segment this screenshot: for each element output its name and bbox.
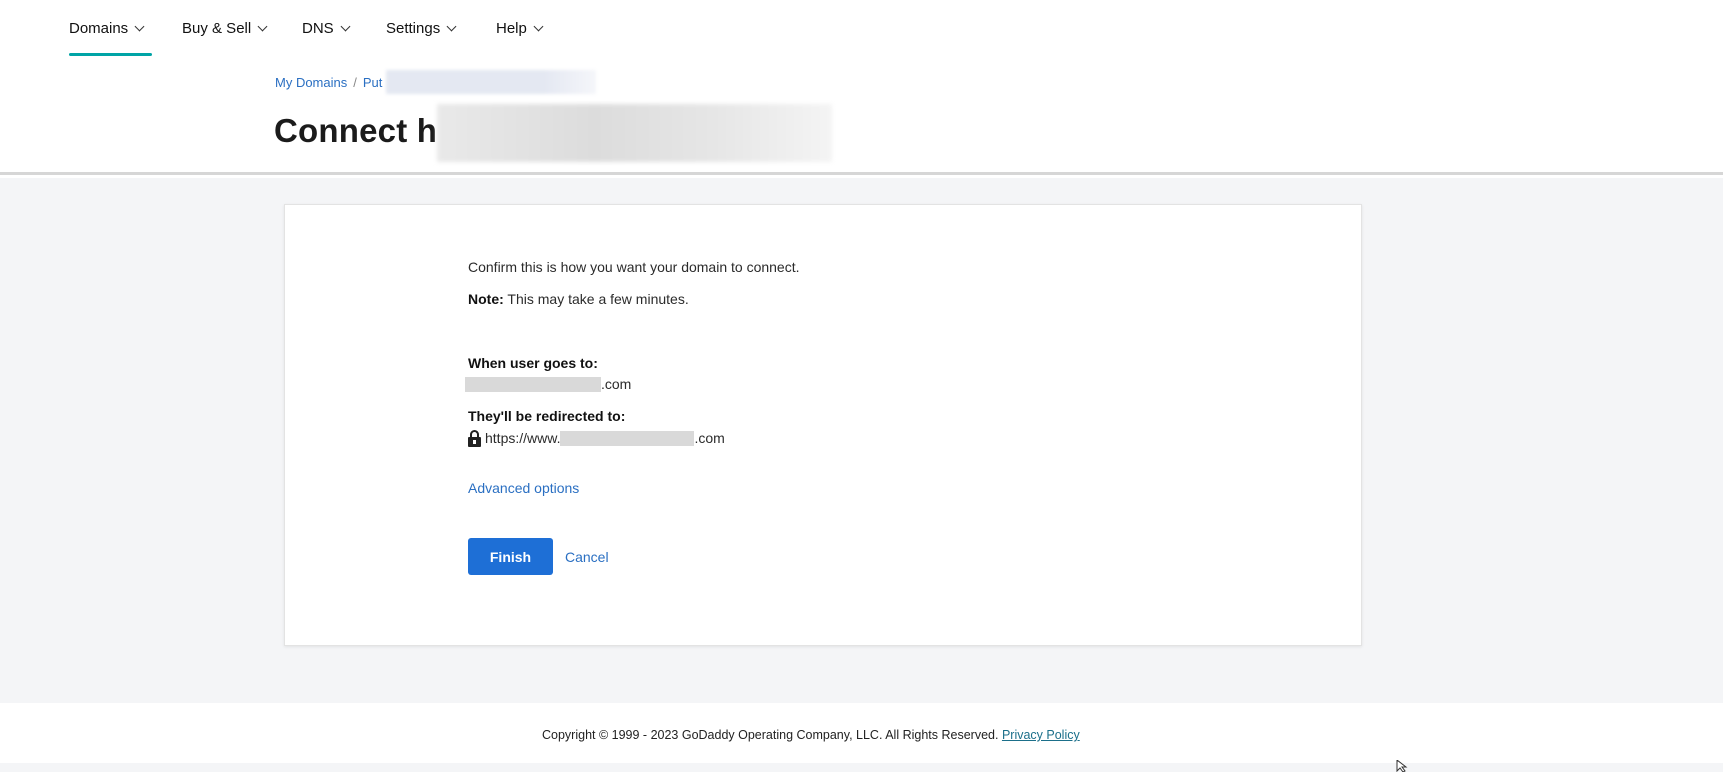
active-tab-indicator	[69, 53, 152, 56]
nav-settings-label: Settings	[386, 19, 441, 37]
redacted-region	[437, 104, 833, 162]
footer: Copyright © 1999 - 2023 GoDaddy Operatin…	[0, 703, 1723, 763]
source-label: When user goes to:	[468, 355, 598, 371]
breadcrumb-separator: /	[353, 74, 357, 90]
note-body: This may take a few minutes.	[503, 291, 689, 307]
connect-confirmation-card: Confirm this is how you want your domain…	[284, 204, 1362, 646]
chevron-down-icon	[257, 21, 268, 31]
finish-button[interactable]: Finish	[468, 538, 553, 575]
page-header: My Domains / Put Connect h	[0, 58, 1723, 175]
note-label: Note:	[468, 291, 504, 307]
footer-text: Copyright © 1999 - 2023 GoDaddy Operatin…	[542, 728, 1080, 742]
page-title: Connect h	[274, 100, 833, 162]
privacy-policy-link[interactable]: Privacy Policy	[1002, 728, 1080, 742]
copyright-text: Copyright © 1999 - 2023 GoDaddy Operatin…	[542, 728, 999, 742]
redacted-region	[465, 376, 601, 392]
nav-buy-sell[interactable]: Buy & Sell	[182, 18, 268, 38]
top-navigation: Domains Buy & Sell DNS Settings Help	[0, 0, 1723, 58]
nav-help-label: Help	[496, 19, 527, 37]
redacted-region	[560, 430, 695, 446]
destination-url-prefix: https://www.	[485, 430, 561, 446]
chevron-down-icon	[533, 21, 544, 31]
nav-settings[interactable]: Settings	[386, 18, 457, 38]
form-actions: Finish Cancel	[468, 538, 609, 575]
breadcrumb: My Domains / Put	[275, 70, 597, 94]
page-title-text: Connect h	[274, 112, 438, 149]
destination-label: They'll be redirected to:	[468, 408, 626, 424]
destination-url: https://www. .com	[468, 429, 725, 447]
chevron-down-icon	[134, 21, 145, 31]
nav-domains[interactable]: Domains	[69, 18, 145, 38]
redacted-region	[386, 70, 597, 94]
source-domain: .com	[465, 375, 631, 393]
lock-icon	[468, 429, 481, 447]
nav-domains-label: Domains	[69, 19, 129, 37]
footer-bottom-strip	[0, 763, 1723, 772]
chevron-down-icon	[446, 21, 457, 31]
source-domain-suffix: .com	[601, 376, 632, 392]
nav-help[interactable]: Help	[496, 18, 544, 38]
intro-text: Confirm this is how you want your domain…	[468, 259, 800, 275]
nav-buy-sell-label: Buy & Sell	[182, 19, 252, 37]
breadcrumb-current-domain[interactable]: Put	[363, 75, 383, 90]
destination-url-suffix: .com	[694, 430, 725, 446]
chevron-down-icon	[340, 21, 351, 31]
nav-dns-label: DNS	[302, 19, 334, 37]
cancel-link[interactable]: Cancel	[565, 549, 609, 565]
breadcrumb-my-domains[interactable]: My Domains	[275, 75, 347, 90]
advanced-options-link[interactable]: Advanced options	[468, 479, 579, 497]
nav-dns[interactable]: DNS	[302, 18, 351, 38]
note-text: Note: This may take a few minutes.	[468, 290, 689, 308]
